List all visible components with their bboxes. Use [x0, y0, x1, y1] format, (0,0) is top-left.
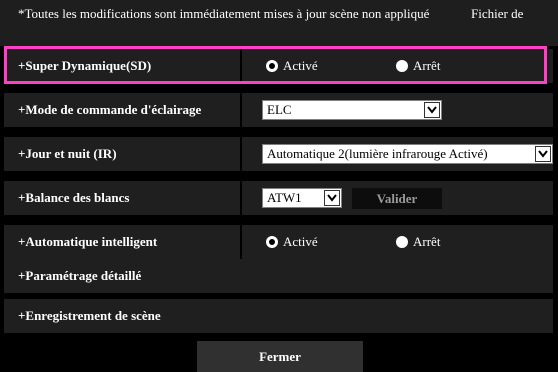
super-dynamic-off-radio[interactable]: Arrêt	[396, 49, 440, 83]
intelligent-auto-on-label: Activé	[283, 234, 318, 249]
white-balance-select[interactable]: ATW1	[262, 188, 342, 208]
intelligent-auto-off-label: Arrêt	[413, 234, 441, 249]
white-balance-label: +Balance des blancs	[18, 190, 130, 205]
row-day-night: +Jour et nuit (IR) Automatique 2(lumière…	[4, 137, 553, 171]
scene-save-link[interactable]: +Enregistrement de scène	[18, 299, 161, 333]
row-intelligent-auto: +Automatique intelligent Activé Arrêt	[4, 225, 553, 259]
chevron-down-icon[interactable]	[535, 146, 551, 162]
row-detailed-settings[interactable]: +Paramétrage détaillé	[4, 259, 553, 293]
white-balance-value: ATW1	[267, 190, 302, 205]
super-dynamic-on-radio[interactable]: Activé	[266, 49, 318, 83]
column-divider	[240, 93, 242, 127]
radio-unchecked-icon	[396, 60, 408, 72]
radio-unchecked-icon	[396, 236, 408, 248]
chevron-down-icon[interactable]	[324, 190, 340, 206]
light-control-label: +Mode de commande d'éclairage	[18, 102, 202, 117]
super-dynamic-label: +Super Dynamique(SD)	[18, 58, 152, 73]
row-white-balance: +Balance des blancs ATW1 Valider	[4, 181, 553, 215]
column-divider	[240, 137, 242, 171]
notice-bar: *Toutes les modifications sont immédiate…	[0, 0, 558, 46]
column-divider	[240, 49, 242, 83]
day-night-value: Automatique 2(lumière infrarouge Activé)	[267, 146, 488, 161]
column-divider	[240, 225, 242, 259]
radio-checked-icon	[266, 60, 278, 72]
intelligent-auto-label: +Automatique intelligent	[18, 234, 158, 249]
column-divider	[240, 181, 242, 215]
white-balance-apply-button[interactable]: Valider	[352, 188, 442, 209]
light-control-value: ELC	[267, 102, 292, 117]
row-light-control: +Mode de commande d'éclairage ELC	[4, 93, 553, 127]
light-control-select[interactable]: ELC	[262, 100, 442, 120]
image-adjust-panel: *Toutes les modifications sont immédiate…	[0, 0, 558, 372]
day-night-label: +Jour et nuit (IR)	[18, 146, 117, 161]
day-night-select[interactable]: Automatique 2(lumière infrarouge Activé)	[262, 144, 553, 164]
super-dynamic-on-label: Activé	[283, 58, 318, 73]
scene-file-label: Fichier de	[471, 6, 524, 21]
update-notice: *Toutes les modifications sont immédiate…	[18, 6, 430, 21]
chevron-down-icon[interactable]	[424, 102, 440, 118]
intelligent-auto-off-radio[interactable]: Arrêt	[396, 225, 440, 259]
radio-checked-icon	[266, 236, 278, 248]
row-super-dynamic: +Super Dynamique(SD) Activé Arrêt	[4, 49, 553, 83]
close-button[interactable]: Fermer	[197, 341, 363, 372]
detailed-settings-link[interactable]: +Paramétrage détaillé	[18, 259, 141, 293]
super-dynamic-off-label: Arrêt	[413, 58, 441, 73]
intelligent-auto-on-radio[interactable]: Activé	[266, 225, 318, 259]
row-scene-save[interactable]: +Enregistrement de scène	[4, 299, 553, 333]
